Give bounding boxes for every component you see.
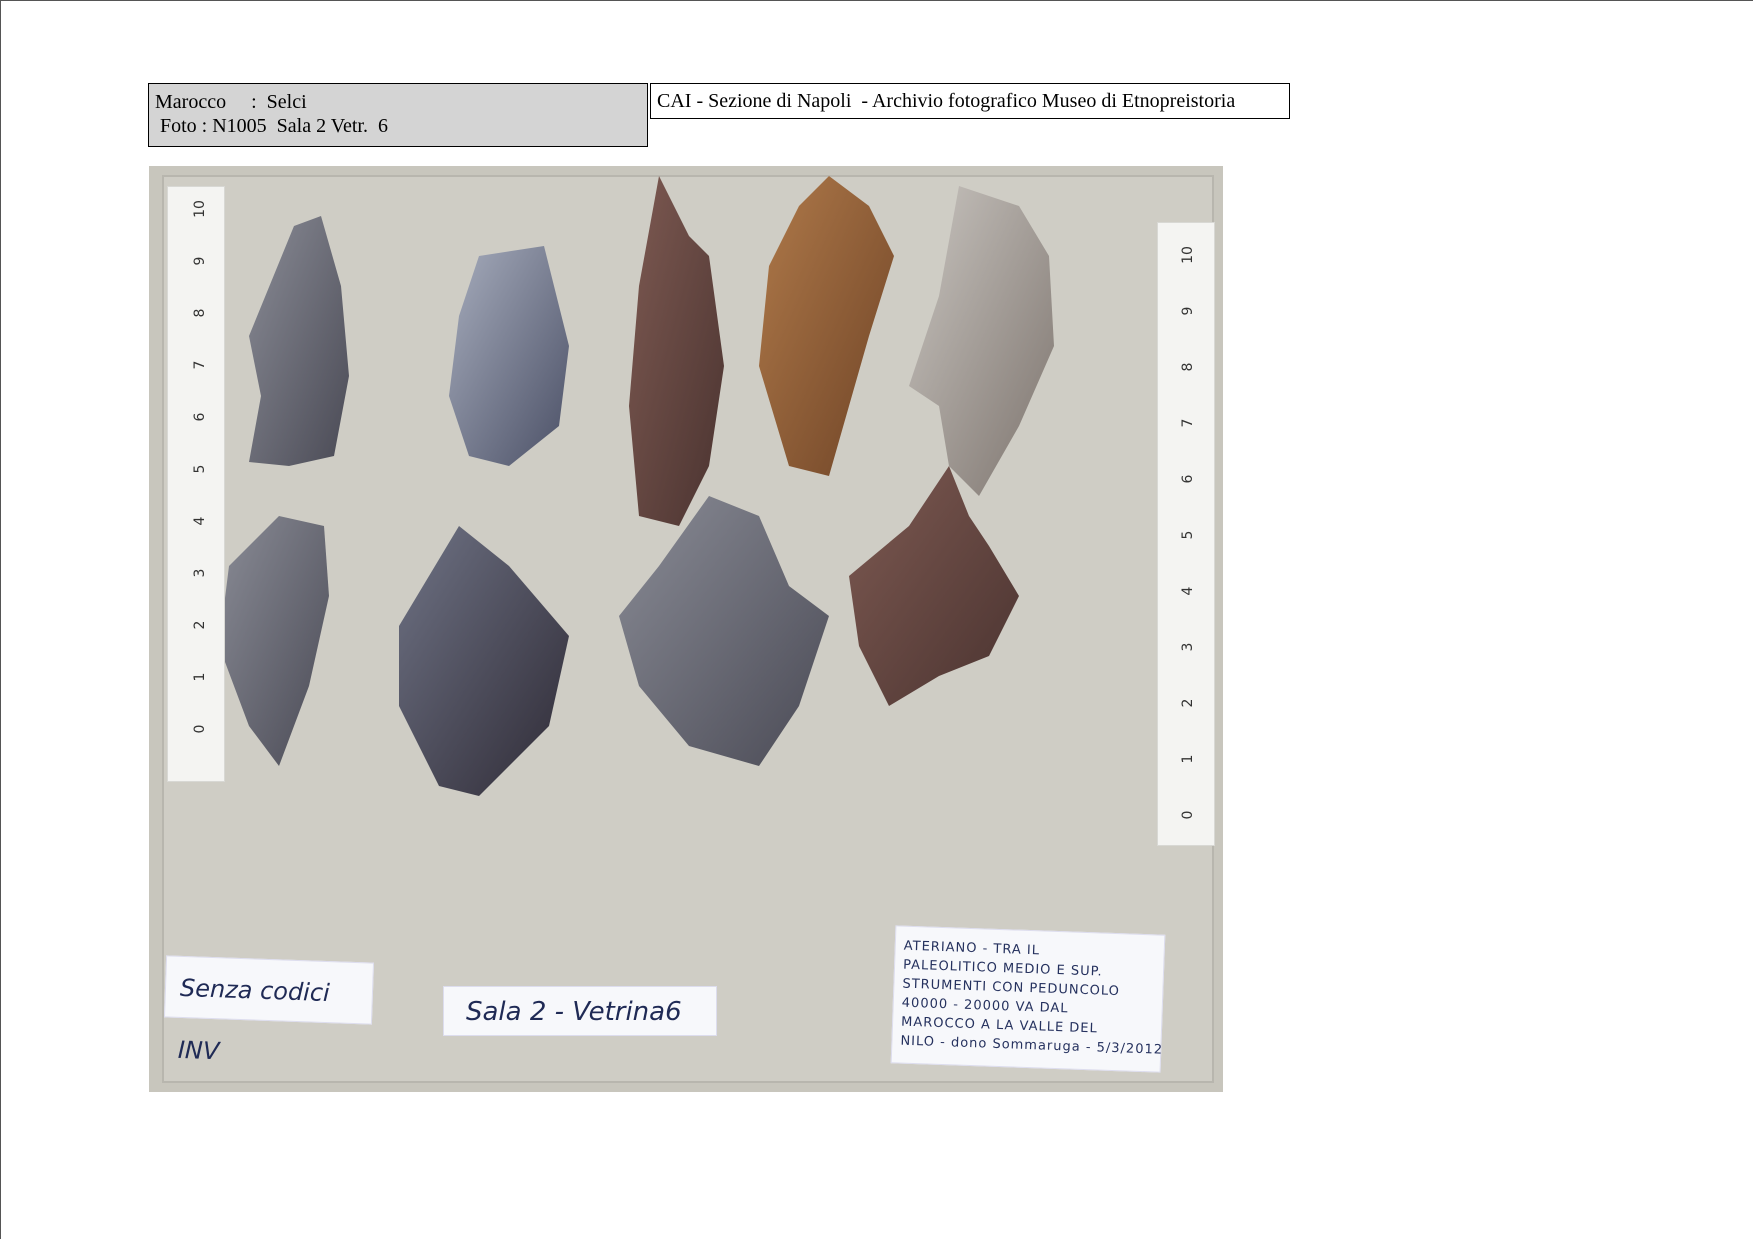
ruler-right: 10 9 8 7 6 5 4 3 2 1 0 (1157, 222, 1215, 846)
ruler-left-tick: 9 (192, 256, 208, 266)
ruler-left-tick: 10 (192, 200, 208, 218)
ruler-right-tick: 2 (1180, 698, 1196, 708)
ruler-left-tick: 1 (192, 672, 208, 682)
ruler-right-tick: 7 (1180, 418, 1196, 428)
ruler-left-tick: 7 (192, 360, 208, 370)
museum-note-card: ATERIANO - TRA IL PALEOLITICO MEDIO E SU… (890, 925, 1166, 1073)
ruler-right-tick: 1 (1180, 754, 1196, 764)
ruler-right-tick: 9 (1180, 306, 1196, 316)
ruler-right-tick: 10 (1180, 246, 1196, 264)
ruler-right-tick: 5 (1180, 530, 1196, 540)
ruler-left-tick: 2 (192, 620, 208, 630)
artifact-photo: 10 9 8 7 6 5 4 3 2 1 0 10 9 8 7 6 5 4 3 … (149, 166, 1223, 1092)
ruler-left-tick: 0 (192, 724, 208, 734)
ruler-left: 10 9 8 7 6 5 4 3 2 1 0 (167, 186, 225, 782)
ruler-right-tick: 4 (1180, 586, 1196, 596)
inventory-label-card: Senza codici INV (163, 955, 375, 1065)
ruler-left-tick: 5 (192, 464, 208, 474)
ruler-left-tick: 8 (192, 308, 208, 318)
ruler-left-tick: 6 (192, 412, 208, 422)
caption-line-2: Foto : N1005 Sala 2 Vetr. 6 (160, 115, 388, 137)
ruler-left-tick: 4 (192, 516, 208, 526)
caption-line-1: Marocco : Selci (155, 91, 307, 113)
room-label-card: Sala 2 - Vetrina6 (443, 986, 717, 1036)
ruler-right-tick: 6 (1180, 474, 1196, 484)
archive-header: CAI - Sezione di Napoli - Archivio fotog… (650, 83, 1290, 119)
ruler-left-tick: 3 (192, 568, 208, 578)
ruler-right-tick: 0 (1180, 810, 1196, 820)
ruler-right-tick: 3 (1180, 642, 1196, 652)
caption-box: Marocco : Selci Foto : N1005 Sala 2 Vetr… (148, 83, 648, 147)
ruler-right-tick: 8 (1180, 362, 1196, 372)
